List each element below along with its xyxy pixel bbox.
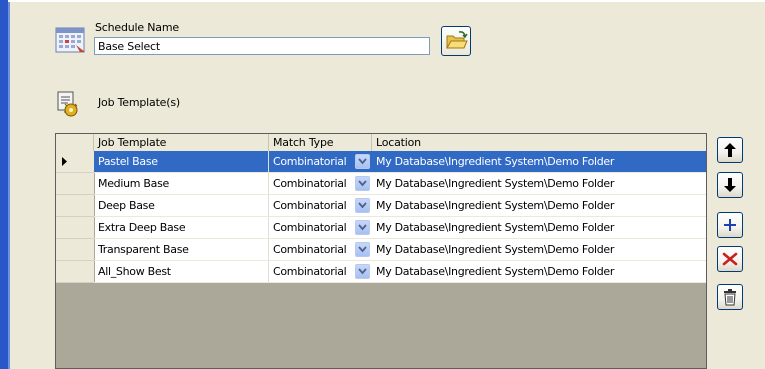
remove-icon <box>722 252 738 266</box>
location-cell[interactable]: My Database\Ingredient System\Demo Folde… <box>372 173 706 194</box>
top-edge <box>8 0 765 2</box>
chevron-down-icon[interactable] <box>355 220 370 235</box>
row-header[interactable] <box>56 239 95 261</box>
schedule-name-label: Schedule Name <box>95 21 179 34</box>
job-templates-label: Job Template(s) <box>98 96 180 109</box>
table-row[interactable]: Medium Base Combinatorial My Database\In… <box>56 173 706 195</box>
chevron-down-icon[interactable] <box>355 264 370 279</box>
table-row[interactable]: Pastel Base Combinatorial My Database\In… <box>56 151 706 173</box>
table-row[interactable]: All_Show Best Combinatorial My Database\… <box>56 261 706 283</box>
row-header[interactable] <box>56 261 95 283</box>
move-up-button[interactable] <box>717 137 743 163</box>
location-cell[interactable]: My Database\Ingredient System\Demo Folde… <box>372 217 706 238</box>
add-icon <box>724 219 736 231</box>
location-cell[interactable]: My Database\Ingredient System\Demo Folde… <box>372 195 706 216</box>
job-template-cell[interactable]: Medium Base <box>94 173 269 194</box>
table-row[interactable]: Extra Deep Base Combinatorial My Databas… <box>56 217 706 239</box>
job-template-cell[interactable]: All_Show Best <box>94 261 269 282</box>
column-header-location[interactable]: Location <box>372 134 706 151</box>
location-cell[interactable]: My Database\Ingredient System\Demo Folde… <box>372 151 706 172</box>
table-row[interactable]: Transparent Base Combinatorial My Databa… <box>56 239 706 261</box>
location-cell[interactable]: My Database\Ingredient System\Demo Folde… <box>372 239 706 260</box>
grid-header: Job Template Match Type Location <box>56 134 706 152</box>
job-template-cell[interactable]: Deep Base <box>94 195 269 216</box>
job-template-grid[interactable]: Job Template Match Type Location Pastel … <box>55 133 707 369</box>
chevron-down-icon[interactable] <box>355 198 370 213</box>
current-row-icon <box>62 157 67 166</box>
move-down-icon <box>724 178 736 192</box>
browse-button[interactable] <box>441 26 471 56</box>
row-header[interactable] <box>56 173 95 195</box>
window-border-inner <box>8 0 10 369</box>
schedule-name-input[interactable] <box>94 37 430 55</box>
row-header-corner <box>56 134 94 151</box>
window-border <box>0 0 8 369</box>
chevron-down-icon[interactable] <box>355 242 370 257</box>
job-template-cell[interactable]: Extra Deep Base <box>94 217 269 238</box>
document-gear-icon <box>55 90 81 118</box>
row-header[interactable] <box>56 217 95 239</box>
remove-button[interactable] <box>717 246 743 272</box>
chevron-down-icon[interactable] <box>355 154 370 169</box>
table-row[interactable]: Deep Base Combinatorial My Database\Ingr… <box>56 195 706 217</box>
location-cell[interactable]: My Database\Ingredient System\Demo Folde… <box>372 261 706 282</box>
job-template-cell[interactable]: Pastel Base <box>94 151 269 172</box>
delete-button[interactable] <box>717 284 743 310</box>
calendar-icon <box>54 25 88 55</box>
column-header-job-template[interactable]: Job Template <box>94 134 269 151</box>
job-template-cell[interactable]: Transparent Base <box>94 239 269 260</box>
delete-icon <box>724 289 736 306</box>
add-button[interactable] <box>717 212 743 238</box>
row-header[interactable] <box>56 151 95 173</box>
move-up-icon <box>724 143 736 157</box>
move-down-button[interactable] <box>717 172 743 198</box>
row-header[interactable] <box>56 195 95 217</box>
chevron-down-icon[interactable] <box>355 176 370 191</box>
column-header-match-type[interactable]: Match Type <box>269 134 372 151</box>
